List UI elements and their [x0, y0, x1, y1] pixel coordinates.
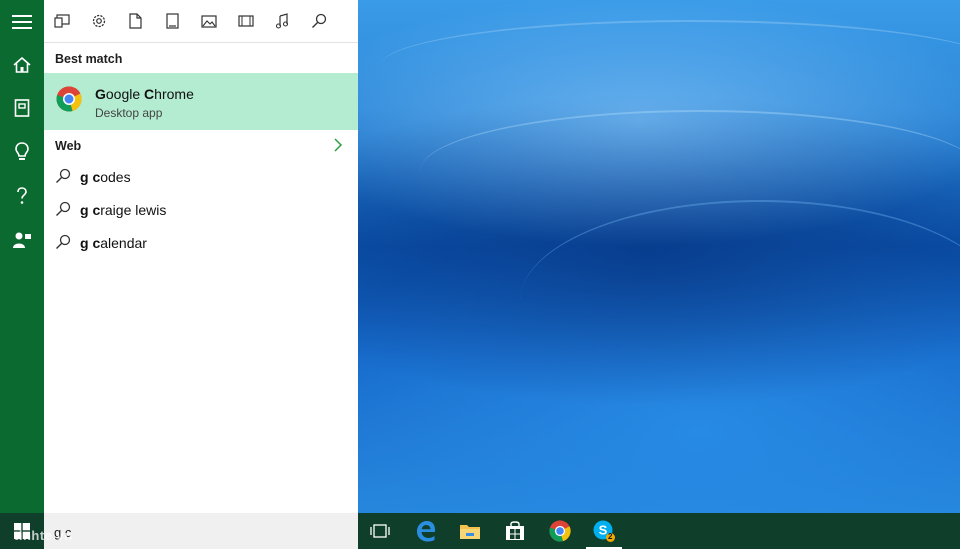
cortana-rail [0, 0, 44, 513]
search-panel: Best match Google Chrome Desktop app Web… [0, 0, 358, 513]
best-match-result[interactable] [44, 73, 358, 130]
feedback-icon[interactable] [0, 220, 44, 260]
music-icon[interactable] [264, 0, 301, 42]
file-explorer-icon[interactable] [448, 513, 492, 549]
web-heading: Web [55, 139, 82, 153]
apps-icon[interactable] [44, 0, 81, 42]
edge-icon[interactable] [404, 513, 448, 549]
app-name: Google Chrome [95, 86, 194, 102]
skype-badge: 2 [608, 532, 613, 541]
suggestion-text: g craige lewis [80, 202, 167, 218]
search-icon [55, 201, 71, 222]
notebook-icon[interactable] [0, 88, 44, 128]
folders-icon[interactable] [154, 0, 191, 42]
suggestion-text: g codes [80, 169, 131, 185]
search-input[interactable]: g c [44, 513, 358, 549]
document-icon[interactable] [117, 0, 154, 42]
svg-text:S: S [599, 523, 608, 538]
photos-icon[interactable] [191, 0, 228, 42]
web-suggestion[interactable]: g craige lewis [44, 193, 358, 226]
reminders-icon[interactable] [0, 132, 44, 172]
web-search-icon[interactable] [301, 0, 338, 42]
watermark-text: tinhte.vn [14, 528, 73, 543]
suggestion-text: g calendar [80, 235, 147, 251]
search-icon [55, 168, 71, 189]
task-view-icon[interactable] [358, 513, 402, 549]
chrome-icon[interactable] [538, 513, 582, 549]
videos-icon[interactable] [227, 0, 264, 42]
home-icon[interactable] [0, 45, 44, 85]
store-icon[interactable] [493, 513, 537, 549]
web-suggestion[interactable]: g calendar [44, 226, 358, 259]
app-type: Desktop app [95, 106, 163, 120]
help-icon[interactable] [0, 176, 44, 216]
settings-icon[interactable] [81, 0, 118, 42]
best-match-heading: Best match [55, 52, 123, 66]
search-icon [55, 234, 71, 255]
search-filter-toolbar [44, 0, 358, 43]
web-suggestion[interactable]: g codes [44, 160, 358, 193]
chevron-right-icon[interactable] [331, 137, 345, 153]
hamburger-menu-icon[interactable] [0, 2, 44, 42]
skype-icon[interactable]: S 2 [582, 513, 626, 549]
chrome-icon [56, 86, 82, 112]
